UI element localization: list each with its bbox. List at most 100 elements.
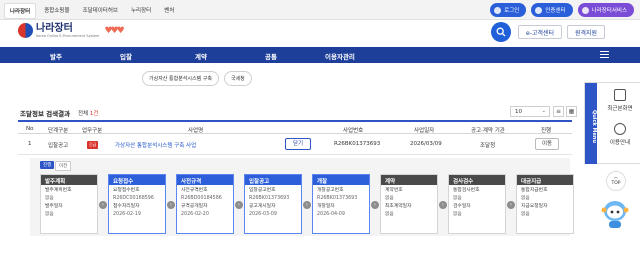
stage-title: 요청접수: [109, 175, 165, 185]
stage-field-value: 없음: [521, 196, 530, 201]
stage-title: 대금지급: [517, 175, 573, 185]
stage-card: 요청접수 요청접수번호 R26DC00168596 접수처리일자 2026-02-19: [108, 174, 166, 234]
chevron-right-icon: ›: [507, 201, 515, 209]
taegeuk-logo-icon: [18, 23, 33, 38]
stage-card: 발주계획 발주계획번호 없음 발주일자 없음: [40, 174, 98, 234]
logo-subtitle: Korea Online E-Procurement System: [36, 33, 100, 38]
cert-center-button[interactable]: 인증센터: [531, 3, 573, 17]
monitor-icon: [614, 89, 626, 101]
quick-item-recent[interactable]: 최근본화면: [603, 89, 637, 112]
chevron-right-icon: ›: [371, 201, 379, 209]
stage-field-value: 없음: [45, 196, 54, 201]
utility-bar: 나라장터 종합쇼핑몰 조달데이터허브 누리장터 벤처 로그인 인증센터 나라장터…: [0, 0, 640, 20]
cert-center-label: 인증센터: [545, 8, 566, 14]
results-count-prefix: 전체: [78, 110, 89, 117]
quick-item-guide[interactable]: 이용안내: [603, 123, 637, 146]
stage-field-value: 2026-04-09: [317, 212, 345, 217]
stage-field-value: R26DC00168596: [113, 196, 154, 201]
chevron-up-icon: ︿: [613, 175, 619, 180]
info-icon: [614, 123, 626, 135]
stage-title: 계약: [381, 175, 437, 185]
keyword-chip[interactable]: 가상자산 통합분석시스템 구축: [142, 71, 219, 86]
col-stage: 단계구분: [48, 128, 69, 134]
stage-title: 검사검수: [449, 175, 505, 185]
service-label: 나라장터서비스: [591, 8, 627, 14]
col-number: 사업번호: [343, 128, 364, 134]
scroll-top-button[interactable]: ︿ TOP: [606, 171, 626, 191]
stage-card: 입찰공고 입찰공고번호 R26BK01373693 공고게시일자 2026-03-09: [244, 174, 302, 234]
grid-view-icon[interactable]: ▦: [566, 106, 577, 117]
menu-icon[interactable]: [600, 51, 609, 60]
site-logo[interactable]: 나라장터 Korea Online E-Procurement System ♥…: [18, 22, 125, 38]
chevron-right-icon: ›: [439, 201, 447, 209]
chevron-right-icon: ›: [99, 201, 107, 209]
stage-card: 대금지급 통합지급번호 없음 지급요청일자 없음: [516, 174, 574, 234]
col-name: 사업명: [188, 128, 204, 134]
agency-chip[interactable]: 국세청: [223, 71, 252, 86]
site-link-data-hub[interactable]: 조달데이터허브: [78, 3, 123, 19]
quick-menu-tab[interactable]: Quick Menu: [585, 83, 597, 164]
login-icon: [494, 6, 502, 14]
stage-title: 발주계획: [41, 175, 97, 185]
nav-item-common[interactable]: 공통: [265, 51, 277, 61]
nav-item-order[interactable]: 발주: [50, 51, 62, 61]
chevron-down-icon: ⌄: [541, 108, 546, 114]
site-link-nuri[interactable]: 누리장터: [126, 3, 156, 19]
stage-field-label: 최초계약일자: [385, 204, 412, 209]
chatbot-mascot-icon[interactable]: [600, 197, 630, 229]
search-keyword-chips: 가상자산 통합분석시스템 구축 국세청: [142, 71, 252, 86]
stage-panel: 진행 이전 발주계획 발주계획번호 없음 발주일자 없음 › 요청접수 요청접수번호 R26DC…: [30, 158, 574, 236]
stage-field-value: R26BD00184586: [181, 196, 222, 201]
close-button[interactable]: 닫기: [285, 138, 311, 150]
certificate-icon: [535, 6, 543, 14]
stage-field-label: 검수일자: [453, 204, 471, 209]
move-button[interactable]: 이동: [535, 138, 559, 150]
stage-field-value: 없음: [521, 212, 530, 217]
col-date: 사업일자: [414, 128, 435, 134]
site-link-shopping-mall[interactable]: 종합쇼핑몰: [39, 3, 74, 19]
results-table-header: No 단계구분 업무구분 사업명 사업번호 사업일자 공고·계약 기관 진행: [18, 120, 572, 134]
row-agency: 조달청: [480, 143, 496, 149]
tag-current: 진행: [40, 161, 55, 169]
quick-item-guide-label: 이용안내: [609, 140, 631, 146]
stage-field-label: 발주일자: [45, 204, 63, 209]
remote-support-button[interactable]: 원격지원: [567, 25, 605, 39]
customer-center-button[interactable]: e-고객센터: [518, 25, 562, 39]
stage-field-label: 사전규격번호: [181, 188, 208, 193]
stage-field-label: 통합검사번호: [453, 188, 480, 193]
nav-item-user-admin[interactable]: 이용자관리: [325, 51, 355, 61]
stage-field-value: R26BK01373693: [317, 196, 358, 201]
stage-field-label: 개찰공고번호: [317, 188, 344, 193]
stage-field-value: R26BK01373693: [249, 196, 290, 201]
search-button[interactable]: [491, 22, 511, 42]
site-header: 나라장터 Korea Online E-Procurement System ♥…: [0, 20, 640, 44]
chevron-right-icon: ›: [167, 201, 175, 209]
login-label: 로그인: [504, 8, 520, 14]
nav-item-contract[interactable]: 계약: [195, 51, 207, 61]
login-button[interactable]: 로그인: [490, 3, 527, 17]
site-links: 나라장터 종합쇼핑몰 조달데이터허브 누리장터 벤처: [4, 3, 179, 19]
stage-card: 계약 계약번호 없음 최초계약일자 없음: [380, 174, 438, 234]
col-no: No: [26, 126, 34, 132]
col-agency: 공고·계약 기관: [471, 128, 505, 134]
col-progress: 진행: [541, 128, 552, 134]
scroll-top-label: TOP: [611, 181, 621, 186]
stage-field-label: 입찰공고번호: [249, 188, 276, 193]
stage-field-label: 지급요청일자: [521, 204, 548, 209]
site-link-narajangteo[interactable]: 나라장터: [4, 3, 37, 19]
service-button[interactable]: 나라장터서비스: [577, 3, 634, 17]
results-count: 전체 1건: [78, 109, 98, 117]
per-page-select[interactable]: 10 ⌄: [510, 106, 550, 117]
logo-title: 나라장터: [36, 22, 73, 34]
nav-item-bid[interactable]: 입찰: [120, 51, 132, 61]
list-view-icon[interactable]: ≡: [553, 106, 564, 117]
stage-field-label: 요청접수번호: [113, 188, 140, 193]
row-project-number: R26BK01373693: [334, 141, 381, 147]
stage-field-label: 계약번호: [385, 188, 403, 193]
row-project-name-link[interactable]: 가상자산 통합분석시스템 구축 사업: [115, 141, 196, 149]
stage-field-value: 없음: [385, 212, 394, 217]
stage-title: 개찰: [313, 175, 369, 185]
stage-field-value: 2026-02-20: [181, 212, 209, 217]
row-stage: 입찰공고: [48, 143, 69, 149]
site-link-venture[interactable]: 벤처: [159, 3, 179, 19]
